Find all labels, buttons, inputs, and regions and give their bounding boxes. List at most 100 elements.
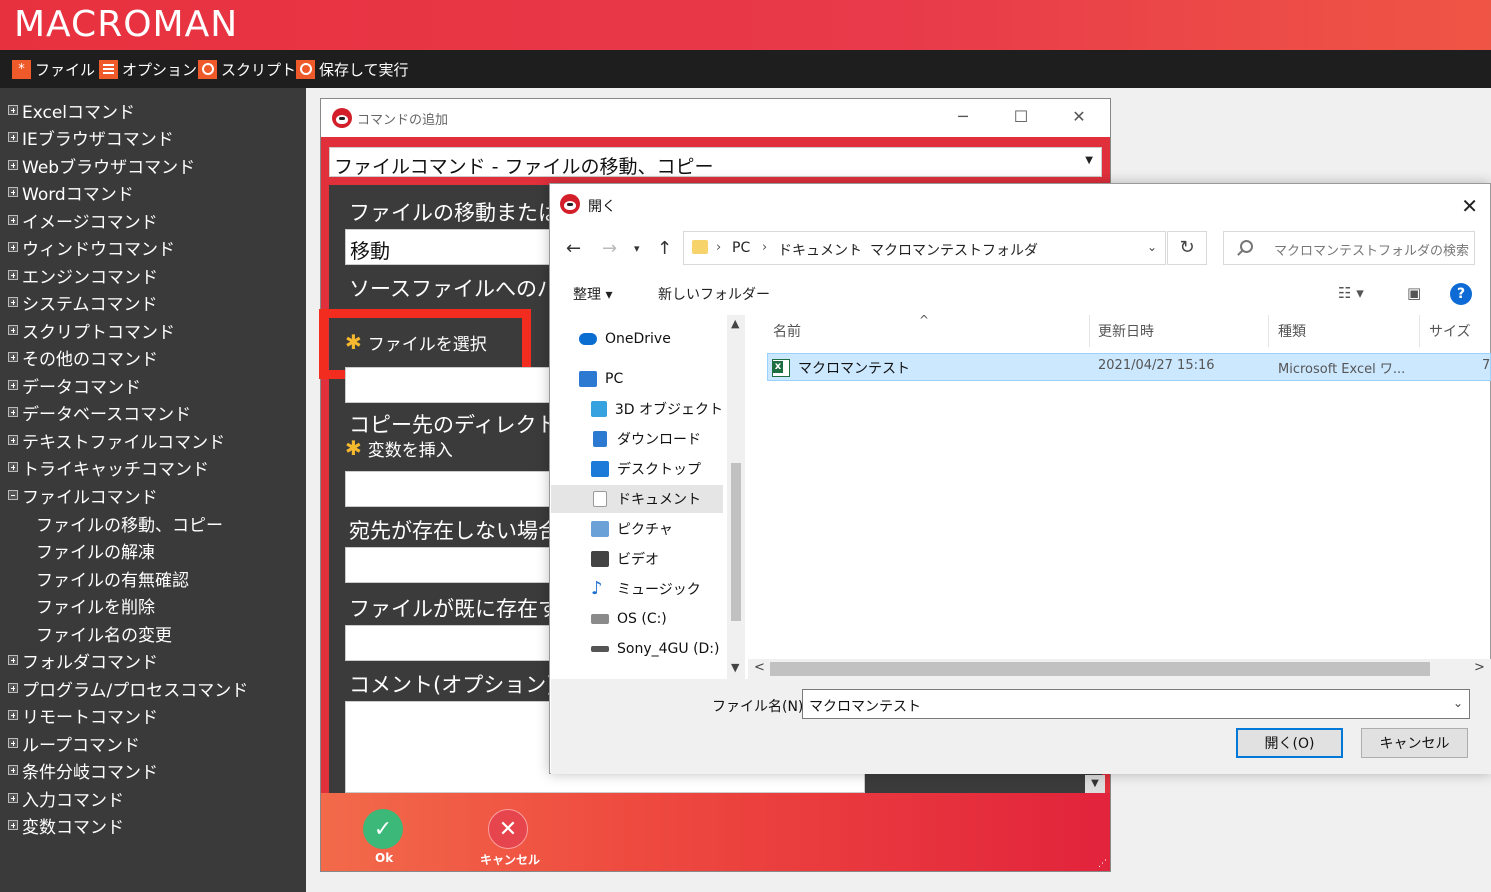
tree-trycatch[interactable]: トライキャッチコマンド bbox=[8, 455, 209, 480]
ok-button[interactable]: ✓ bbox=[363, 809, 403, 849]
tree-folder[interactable]: フォルダコマンド bbox=[8, 648, 158, 673]
nav-3d-objects[interactable]: 3D オブジェクト bbox=[551, 395, 723, 423]
collapse-icon[interactable] bbox=[8, 490, 18, 500]
expand-icon[interactable] bbox=[8, 132, 18, 142]
tree-script[interactable]: スクリプトコマンド bbox=[8, 318, 175, 343]
nav-downloads[interactable]: ダウンロード bbox=[551, 425, 723, 453]
expand-icon[interactable] bbox=[8, 462, 18, 472]
column-modified[interactable]: 更新日時 bbox=[1098, 321, 1154, 341]
column-divider[interactable] bbox=[1419, 315, 1420, 347]
cancel-button[interactable]: ✕ bbox=[488, 809, 528, 849]
tree-file-exists[interactable]: ファイルの有無確認 bbox=[36, 566, 189, 591]
tree-data[interactable]: データコマンド bbox=[8, 373, 141, 398]
chevron-down-icon[interactable]: ⌄ bbox=[1147, 240, 1157, 254]
tree-web[interactable]: Webブラウザコマンド bbox=[8, 153, 195, 178]
horizontal-scroll-thumb[interactable] bbox=[770, 662, 1430, 676]
expand-icon[interactable] bbox=[8, 380, 18, 390]
organize-button[interactable]: 整理 ▾ bbox=[573, 284, 612, 304]
filename-input[interactable]: マクロマンテスト ⌄ bbox=[802, 689, 1470, 719]
expand-icon[interactable] bbox=[8, 187, 18, 197]
nav-onedrive[interactable]: OneDrive bbox=[551, 325, 723, 353]
breadcrumb-pc[interactable]: PC bbox=[732, 240, 750, 256]
expand-icon[interactable] bbox=[8, 215, 18, 225]
expand-icon[interactable] bbox=[8, 655, 18, 665]
tree-database[interactable]: データベースコマンド bbox=[8, 400, 191, 425]
tree-image[interactable]: イメージコマンド bbox=[8, 208, 158, 233]
nav-videos[interactable]: ビデオ bbox=[551, 545, 723, 573]
up-arrow-icon[interactable]: ↑ bbox=[657, 238, 672, 259]
menu-script[interactable]: スクリプト bbox=[198, 59, 296, 79]
minimize-icon[interactable]: ─ bbox=[953, 107, 973, 127]
maximize-icon[interactable]: ☐ bbox=[1011, 107, 1031, 127]
nav-os-c[interactable]: OS (C:) bbox=[551, 605, 723, 633]
insert-variable-link[interactable]: ✱ 変数を挿入 bbox=[345, 436, 453, 461]
tree-other[interactable]: その他のコマンド bbox=[8, 345, 158, 370]
expand-icon[interactable] bbox=[8, 105, 18, 115]
nav-documents[interactable]: ドキュメント bbox=[551, 485, 723, 513]
file-row[interactable]: マクロマンテスト 2021/04/27 15:16 Microsoft Exce… bbox=[767, 353, 1491, 381]
preview-pane-icon[interactable]: ▣ bbox=[1407, 284, 1421, 302]
tree-program[interactable]: プログラム/プロセスコマンド bbox=[8, 676, 248, 701]
nav-pictures[interactable]: ピクチャ bbox=[551, 515, 723, 543]
resize-grip-icon[interactable]: ⋰ bbox=[1098, 859, 1108, 869]
address-bar[interactable]: › PC › ドキュメント › マクロマンテストフォルダ ⌄ bbox=[683, 231, 1166, 265]
nav-sony-d[interactable]: Sony_4GU (D:) bbox=[551, 635, 723, 663]
column-divider[interactable] bbox=[1089, 315, 1090, 347]
expand-icon[interactable] bbox=[8, 738, 18, 748]
scroll-down-icon[interactable]: ▼ bbox=[731, 661, 739, 674]
tree-file-move-copy[interactable]: ファイルの移動、コピー bbox=[36, 511, 223, 536]
close-icon[interactable]: ✕ bbox=[1461, 194, 1478, 218]
expand-icon[interactable] bbox=[8, 435, 18, 445]
tree-textfile[interactable]: テキストファイルコマンド bbox=[8, 428, 225, 453]
refresh-button[interactable]: ↻ bbox=[1167, 231, 1207, 265]
search-input[interactable]: マクロマンテストフォルダの検索 bbox=[1223, 231, 1475, 265]
tree-system[interactable]: システムコマンド bbox=[8, 290, 158, 315]
nav-scrollbar[interactable]: ▲ ▼ bbox=[727, 315, 745, 679]
expand-icon[interactable] bbox=[8, 765, 18, 775]
tree-engine[interactable]: エンジンコマンド bbox=[8, 263, 158, 288]
expand-icon[interactable] bbox=[8, 710, 18, 720]
expand-icon[interactable] bbox=[8, 820, 18, 830]
help-icon[interactable]: ? bbox=[1450, 283, 1472, 305]
column-divider[interactable] bbox=[1268, 315, 1269, 347]
tree-input[interactable]: 入力コマンド bbox=[8, 786, 124, 811]
scroll-right-icon[interactable]: > bbox=[1474, 660, 1485, 675]
new-folder-button[interactable]: 新しいフォルダー bbox=[658, 284, 770, 304]
scroll-down-icon[interactable]: ▼ bbox=[1085, 775, 1105, 793]
tree-loop[interactable]: ループコマンド bbox=[8, 731, 140, 756]
tree-file[interactable]: ファイルコマンド bbox=[8, 483, 158, 508]
nav-scroll-thumb[interactable] bbox=[731, 463, 741, 621]
recent-dropdown-icon[interactable]: ▾ bbox=[634, 242, 640, 255]
expand-icon[interactable] bbox=[8, 352, 18, 362]
expand-icon[interactable] bbox=[8, 160, 18, 170]
open-button[interactable]: 開く(O) bbox=[1236, 728, 1343, 758]
tree-ie[interactable]: IEブラウザコマンド bbox=[8, 125, 174, 150]
horizontal-scrollbar[interactable]: < > bbox=[748, 659, 1491, 679]
tree-window[interactable]: ウィンドウコマンド bbox=[8, 235, 175, 260]
menu-save-run[interactable]: 保存して実行 bbox=[296, 59, 409, 79]
tree-word[interactable]: Wordコマンド bbox=[8, 180, 134, 205]
nav-pc[interactable]: PC bbox=[551, 365, 723, 393]
back-arrow-icon[interactable]: ← bbox=[566, 238, 581, 259]
expand-icon[interactable] bbox=[8, 683, 18, 693]
scroll-up-icon[interactable]: ▲ bbox=[731, 317, 739, 330]
expand-icon[interactable] bbox=[8, 297, 18, 307]
scroll-left-icon[interactable]: < bbox=[754, 660, 765, 675]
tree-file-unzip[interactable]: ファイルの解凍 bbox=[36, 538, 155, 563]
nav-music[interactable]: ♪ ミュージック bbox=[551, 575, 723, 603]
breadcrumb-folder[interactable]: マクロマンテストフォルダ bbox=[870, 240, 1038, 260]
expand-icon[interactable] bbox=[8, 793, 18, 803]
menu-options[interactable]: オプション bbox=[99, 59, 197, 79]
command-select[interactable]: ファイルコマンド - ファイルの移動、コピー ▼ bbox=[329, 147, 1102, 178]
close-icon[interactable]: ✕ bbox=[1069, 107, 1089, 127]
cancel-button[interactable]: キャンセル bbox=[1361, 728, 1468, 758]
expand-icon[interactable] bbox=[8, 242, 18, 252]
menu-file[interactable]: * ファイル bbox=[12, 59, 95, 79]
breadcrumb-documents[interactable]: ドキュメント bbox=[778, 240, 862, 260]
tree-condition[interactable]: 条件分岐コマンド bbox=[8, 758, 158, 783]
tree-remote[interactable]: リモートコマンド bbox=[8, 703, 158, 728]
tree-file-delete[interactable]: ファイルを削除 bbox=[36, 593, 155, 618]
tree-file-rename[interactable]: ファイル名の変更 bbox=[36, 621, 172, 646]
expand-icon[interactable] bbox=[8, 270, 18, 280]
tree-excel[interactable]: Excelコマンド bbox=[8, 98, 135, 123]
